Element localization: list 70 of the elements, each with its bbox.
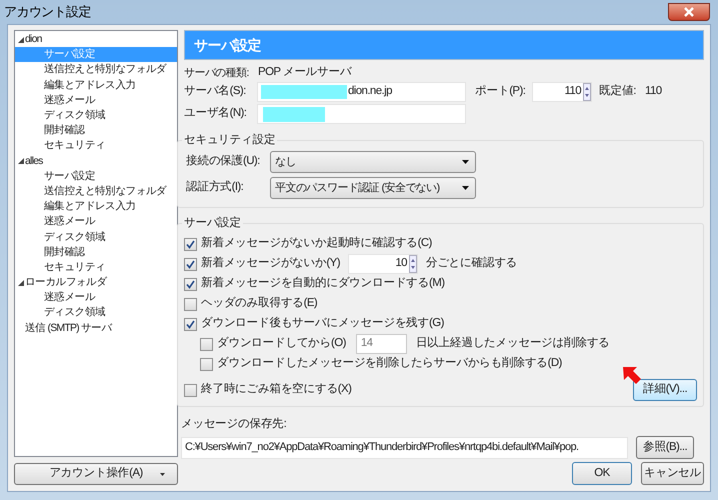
tree-item[interactable]: 開封確認 [15, 123, 177, 138]
checkbox-label[interactable]: 終了時にごみ箱を空にする(X) [201, 381, 352, 399]
tree-item[interactable]: セキュリティ [15, 260, 177, 275]
checkbox-label[interactable]: 新着メッセージを自動的にダウンロードする(M) [201, 275, 444, 293]
storage-label: メッセージの保存先: [181, 416, 288, 432]
ok-button[interactable]: OK [572, 462, 632, 485]
dropdown-icon [160, 473, 165, 476]
user-name-field[interactable] [257, 104, 466, 124]
dropdown-icon [462, 186, 469, 190]
dropdown-icon [462, 160, 469, 164]
tree-item[interactable]: alles [25, 154, 43, 169]
checkbox-label[interactable]: ダウンロードしたメッセージを削除したらサーバからも削除する(D) [217, 355, 562, 373]
tree-item[interactable]: ディスク領域 [15, 305, 177, 321]
tree-item[interactable]: 送信 (SMTP) サーバ [15, 320, 177, 336]
check-icon [186, 260, 195, 268]
tree-item[interactable]: ローカルフォルダ [25, 275, 107, 290]
interval-field[interactable]: 10 [348, 254, 418, 274]
field-label: ユーザ名(N): [184, 106, 248, 122]
check-icon [186, 240, 195, 248]
checkbox-label[interactable]: 新着メッセージがないか起動時に確認する(C) [201, 235, 432, 253]
field-label: 接続の保護(U): [186, 154, 261, 170]
close-button[interactable] [668, 3, 710, 21]
tree-item[interactable]: 編集とアドレス入力 [15, 199, 177, 214]
spinner-icon [583, 83, 591, 101]
default-port-value: 110 [645, 84, 662, 100]
checkbox[interactable] [184, 238, 197, 250]
field-label: サーバの種類: [184, 66, 250, 81]
browse-button[interactable]: 参照(B)... [636, 436, 694, 459]
port-field[interactable]: 110 [532, 82, 592, 102]
field-label: 既定値: [599, 84, 637, 100]
field-label: 認証方式(I): [186, 179, 244, 196]
tree-item[interactable]: 迷惑メール [15, 290, 177, 306]
checkbox[interactable] [200, 358, 213, 370]
dropdown[interactable]: なし [270, 151, 476, 173]
checkbox-label[interactable]: ヘッダのみ取得する(E) [201, 295, 318, 313]
checkbox[interactable] [184, 318, 197, 330]
checkbox[interactable] [184, 384, 197, 396]
server-name-field[interactable]: dion.ne.jp [257, 82, 466, 102]
check-icon [186, 320, 195, 328]
checkbox-label[interactable]: ダウンロード後もサーバにメッセージを残す(G) [201, 315, 444, 333]
tree-item[interactable]: 送信控えと特別なフォルダ [15, 62, 177, 78]
details-button[interactable]: 詳細(V)... [633, 379, 697, 401]
tree-item[interactable]: ディスク領域 [15, 108, 177, 124]
tree-item[interactable]: セキュリティ [15, 138, 177, 154]
server-type-value: POP メールサーバ [258, 65, 352, 80]
tree-item[interactable]: 開封確認 [15, 244, 177, 260]
dropdown[interactable]: 平文のパスワード認証 (安全でない) [270, 177, 476, 199]
checkbox[interactable] [184, 278, 197, 290]
spinner-icon [408, 255, 417, 273]
tree-item[interactable]: dion [25, 32, 42, 48]
tree-item[interactable]: 迷惑メール [15, 214, 177, 230]
tree-item[interactable]: 送信控えと特別なフォルダ [15, 184, 177, 200]
field-label: ポート(P): [475, 84, 526, 100]
window-title: アカウント設定 [4, 3, 91, 22]
account-actions-button[interactable]: アカウント操作(A) [14, 463, 178, 485]
field-label: サーバ名(S): [184, 84, 247, 100]
check-icon [186, 280, 195, 288]
field-suffix: 分ごとに確認する [426, 256, 518, 272]
tree-item[interactable]: ディスク領域 [15, 229, 177, 245]
checkbox-label[interactable]: 新着メッセージがないか(Y) [201, 255, 340, 273]
tree-item[interactable]: 迷惑メール [15, 92, 177, 108]
tree-item[interactable]: サーバ設定 [15, 168, 177, 184]
checkbox[interactable] [184, 258, 197, 270]
cancel-button[interactable]: キャンセル [641, 462, 704, 485]
storage-path-field[interactable]: C:¥Users¥win7_no2¥AppData¥Roaming¥Thunderbird¥Profiles¥nrtqp4bi.default¥Mail¥pop. [181, 436, 628, 458]
page-header: サーバ設定 [184, 30, 704, 60]
checkbox[interactable] [184, 298, 197, 310]
field-suffix: 日以上経過したメッセージは削除する [416, 336, 610, 352]
tree-item[interactable]: 編集とアドレス入力 [15, 78, 177, 93]
close-icon [683, 7, 695, 17]
